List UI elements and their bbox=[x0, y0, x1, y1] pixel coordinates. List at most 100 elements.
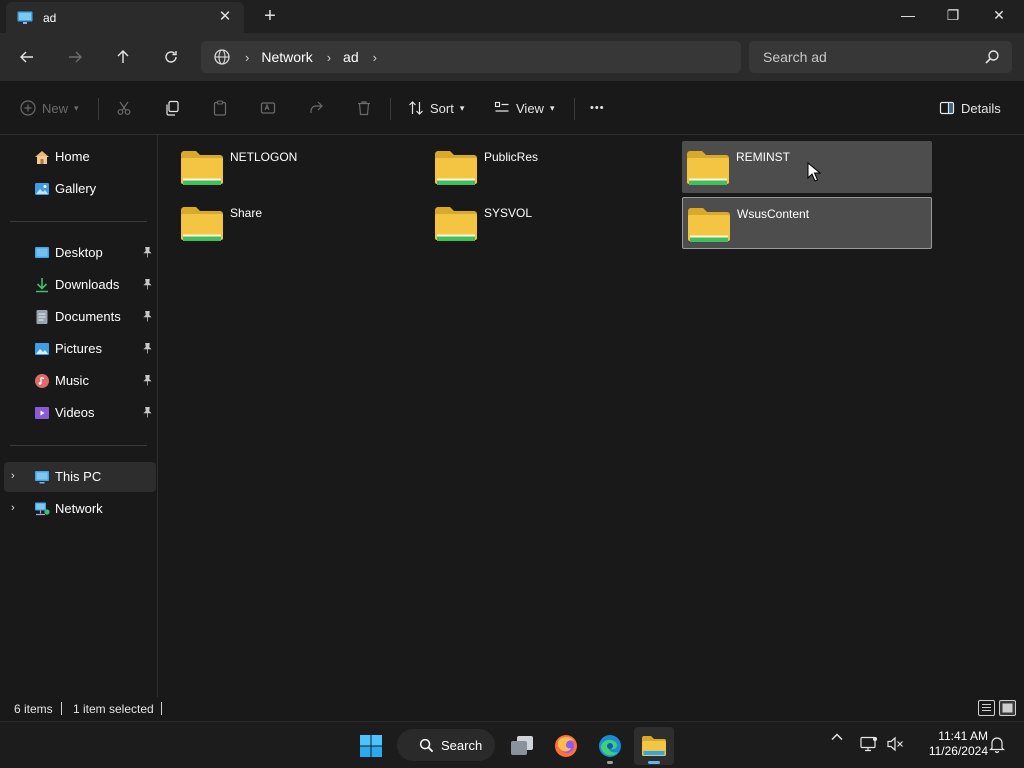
sort-icon bbox=[409, 101, 423, 115]
delete-button[interactable] bbox=[356, 95, 372, 121]
chevron-right-icon[interactable]: › bbox=[11, 502, 15, 514]
sort-button[interactable]: Sort ▾ bbox=[408, 95, 464, 121]
clock-date: 11/26/2024 bbox=[928, 744, 988, 758]
folder-tile[interactable]: PublicRes bbox=[430, 141, 680, 193]
chevron-down-icon: ▾ bbox=[549, 102, 555, 113]
restore-button[interactable]: ❐ bbox=[930, 0, 976, 30]
task-view-icon bbox=[511, 736, 533, 755]
edge-button[interactable] bbox=[590, 727, 630, 765]
pin-icon[interactable] bbox=[142, 406, 153, 418]
divider bbox=[10, 445, 147, 446]
up-button[interactable] bbox=[108, 42, 138, 72]
search-box[interactable]: Search ad bbox=[749, 41, 1012, 73]
pin-icon[interactable] bbox=[142, 310, 153, 322]
share-button[interactable] bbox=[308, 95, 324, 121]
sidebar-item-pictures[interactable]: Pictures bbox=[0, 334, 156, 364]
folder-icon bbox=[181, 207, 223, 241]
arrow-right-icon bbox=[69, 51, 82, 63]
folder-icon bbox=[435, 207, 477, 241]
rename-button[interactable] bbox=[260, 95, 276, 121]
new-button[interactable]: New ▾ bbox=[20, 95, 79, 121]
folder-name: NETLOGON bbox=[230, 150, 298, 164]
notifications-button[interactable] bbox=[989, 736, 1005, 756]
sidebar-item-this-pc[interactable]: › This PC bbox=[4, 462, 156, 492]
details-button[interactable]: Details bbox=[939, 95, 1001, 121]
folder-tile[interactable]: WsusContent bbox=[682, 197, 932, 249]
folder-name: SYSVOL bbox=[484, 206, 533, 220]
sidebar-item-gallery[interactable]: Gallery bbox=[0, 174, 156, 204]
running-indicator bbox=[607, 761, 613, 764]
firefox-icon bbox=[555, 735, 577, 757]
breadcrumb-ad[interactable]: ad bbox=[343, 49, 359, 65]
divider bbox=[161, 702, 162, 715]
details-pane-icon bbox=[939, 101, 955, 115]
sidebar-item-videos[interactable]: Videos bbox=[0, 398, 156, 428]
forward-button[interactable] bbox=[60, 42, 90, 72]
search-placeholder: Search ad bbox=[763, 49, 827, 65]
pin-icon[interactable] bbox=[142, 246, 153, 258]
plus-circle-icon bbox=[20, 100, 36, 116]
downloads-icon bbox=[36, 278, 48, 293]
chevron-up-icon bbox=[831, 733, 843, 741]
display-icon-button[interactable] bbox=[860, 736, 878, 755]
back-button[interactable] bbox=[12, 42, 42, 72]
new-tab-button[interactable]: + bbox=[259, 5, 281, 27]
trash-icon bbox=[358, 101, 370, 116]
breadcrumb-separator[interactable]: › bbox=[327, 50, 331, 65]
sidebar-item-label: Network bbox=[55, 501, 103, 516]
documents-icon bbox=[36, 310, 48, 324]
pin-icon[interactable] bbox=[142, 278, 153, 290]
breadcrumb-separator[interactable]: › bbox=[245, 50, 249, 65]
refresh-button[interactable] bbox=[156, 42, 186, 72]
show-hidden-icons-button[interactable] bbox=[830, 730, 844, 747]
this-pc-icon bbox=[35, 471, 49, 484]
tab-ad[interactable]: ad ✕ bbox=[6, 2, 244, 33]
task-view-button[interactable] bbox=[502, 727, 542, 765]
view-button[interactable]: View ▾ bbox=[494, 95, 554, 121]
close-tab-icon[interactable]: ✕ bbox=[216, 8, 234, 26]
tiles-view-button[interactable] bbox=[999, 700, 1016, 716]
more-options-button[interactable]: ••• bbox=[590, 95, 605, 121]
sidebar-item-downloads[interactable]: Downloads bbox=[0, 270, 156, 300]
music-icon bbox=[35, 374, 49, 388]
start-button[interactable] bbox=[351, 727, 391, 765]
sidebar-item-network[interactable]: › Network bbox=[0, 494, 156, 524]
clock[interactable]: 11:41 AM 11/26/2024 bbox=[912, 729, 988, 759]
chevron-down-icon: ▾ bbox=[74, 102, 79, 113]
arrow-up-icon bbox=[117, 50, 129, 63]
pin-icon[interactable] bbox=[142, 342, 153, 354]
address-bar[interactable]: › Network › ad › bbox=[201, 41, 741, 73]
file-explorer-button[interactable] bbox=[634, 727, 674, 765]
sidebar-item-home[interactable]: Home bbox=[0, 142, 156, 172]
taskbar-search[interactable]: Search bbox=[397, 729, 495, 761]
details-label: Details bbox=[961, 100, 1001, 116]
pictures-icon bbox=[35, 343, 49, 355]
close-window-button[interactable]: ✕ bbox=[976, 0, 1022, 30]
details-view-button[interactable] bbox=[978, 700, 995, 716]
folder-tile[interactable]: Share bbox=[176, 197, 426, 249]
folder-name: REMINST bbox=[736, 150, 790, 164]
copy-button[interactable] bbox=[164, 95, 180, 121]
divider bbox=[61, 702, 62, 715]
edge-icon bbox=[599, 735, 621, 757]
chevron-right-icon[interactable]: › bbox=[11, 470, 15, 482]
sidebar-item-label: Music bbox=[55, 373, 89, 388]
volume-button[interactable] bbox=[886, 736, 904, 755]
sidebar-item-desktop[interactable]: Desktop bbox=[0, 238, 156, 268]
pin-icon[interactable] bbox=[142, 374, 153, 386]
folder-tile[interactable]: SYSVOL bbox=[430, 197, 680, 249]
sidebar-item-music[interactable]: Music bbox=[0, 366, 156, 396]
divider bbox=[10, 221, 147, 222]
minimize-button[interactable]: — bbox=[885, 0, 931, 30]
divider bbox=[98, 98, 99, 120]
folder-icon bbox=[688, 208, 730, 242]
sidebar-item-label: Videos bbox=[55, 405, 95, 420]
breadcrumb-network[interactable]: Network bbox=[261, 49, 312, 65]
title-bar: ad ✕ + — ❐ ✕ bbox=[0, 0, 1024, 33]
firefox-button[interactable] bbox=[546, 727, 586, 765]
folder-tile[interactable]: NETLOGON bbox=[176, 141, 426, 193]
breadcrumb-separator[interactable]: › bbox=[373, 50, 377, 65]
cut-button[interactable] bbox=[116, 95, 132, 121]
sidebar-item-documents[interactable]: Documents bbox=[0, 302, 156, 332]
paste-button[interactable] bbox=[212, 95, 228, 121]
